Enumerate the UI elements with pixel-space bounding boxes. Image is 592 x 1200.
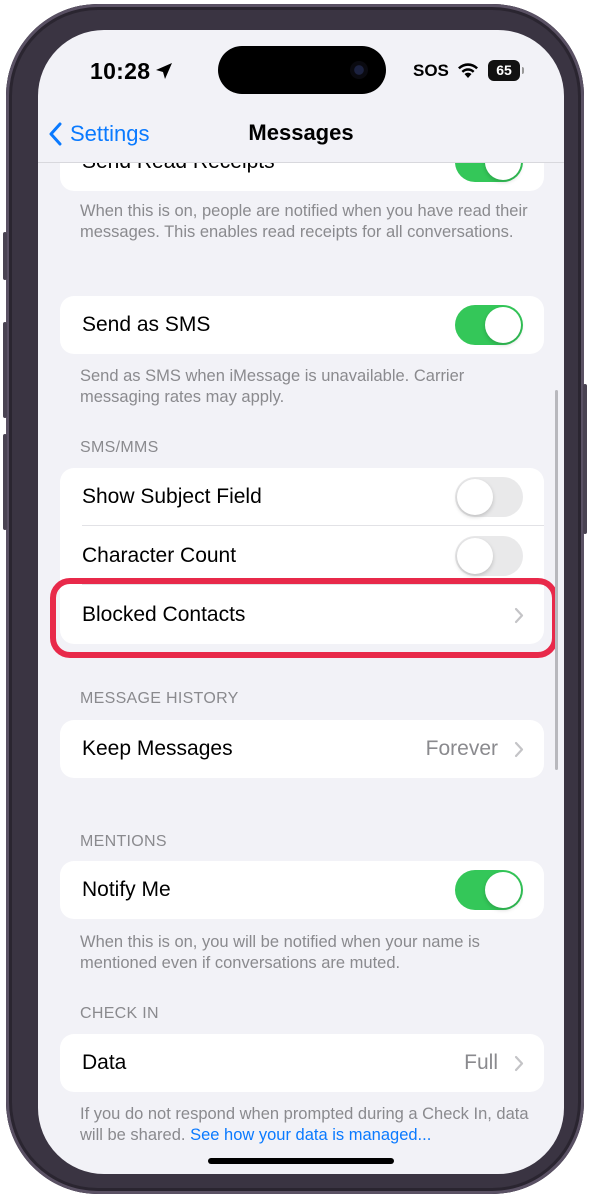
show-subject-field-row[interactable]: Show Subject Field: [60, 468, 544, 526]
home-indicator[interactable]: [208, 1158, 394, 1164]
message-history-header: MESSAGE HISTORY: [80, 690, 239, 707]
notify-me-toggle[interactable]: [455, 870, 523, 910]
read-receipts-footer: When this is on, people are notified whe…: [80, 202, 528, 241]
action-button: [3, 232, 7, 280]
chevron-right-icon: [514, 1055, 524, 1072]
settings-list[interactable]: Send Read Receipts When this is on, peop…: [38, 163, 564, 1174]
notify-me-label: Notify Me: [82, 878, 171, 901]
keep-messages-label: Keep Messages: [82, 737, 233, 760]
mentions-header: MENTIONS: [80, 833, 167, 850]
status-time: 10:28: [90, 58, 151, 84]
battery-icon: 65: [488, 60, 524, 81]
send-as-sms-label: Send as SMS: [82, 313, 211, 336]
mentions-card: Notify Me: [60, 861, 544, 919]
send-as-sms-toggle[interactable]: [455, 305, 523, 345]
wifi-icon: [456, 60, 480, 85]
read-receipts-row[interactable]: Send Read Receipts: [60, 163, 544, 191]
read-receipts-toggle[interactable]: [455, 163, 523, 182]
check-in-card: Data Full: [60, 1034, 544, 1092]
show-subject-field-label: Show Subject Field: [82, 485, 262, 508]
dynamic-island: [218, 46, 386, 94]
data-row[interactable]: Data Full: [60, 1034, 544, 1092]
volume-up-button: [3, 322, 7, 418]
location-arrow-icon: [154, 61, 174, 86]
keep-messages-value: Forever: [425, 737, 498, 760]
send-as-sms-card: Send as SMS: [60, 296, 544, 354]
front-camera: [350, 61, 368, 79]
show-subject-field-toggle[interactable]: [455, 477, 523, 517]
scrollbar[interactable]: [555, 390, 558, 770]
chevron-right-icon: [514, 741, 524, 758]
message-history-card: Keep Messages Forever: [60, 720, 544, 778]
phone-frame: 10:28 SOS 65 Settings Messages When this…: [3, 4, 587, 1194]
sms-mms-header: SMS/MMS: [80, 439, 159, 456]
check-in-header: CHECK IN: [80, 1005, 159, 1022]
check-in-footer: If you do not respond when prompted duri…: [80, 1104, 536, 1146]
keep-messages-highlight: [50, 578, 558, 658]
page-title: Messages: [248, 120, 354, 145]
send-as-sms-footer: Send as SMS when iMessage is unavailable…: [80, 367, 465, 406]
notify-me-row[interactable]: Notify Me: [60, 861, 544, 919]
read-receipts-card: Send Read Receipts: [60, 163, 544, 191]
data-value: Full: [464, 1051, 498, 1074]
screen: 10:28 SOS 65 Settings Messages When this…: [38, 30, 564, 1174]
character-count-label: Character Count: [82, 544, 237, 567]
keep-messages-row[interactable]: Keep Messages Forever: [60, 720, 544, 778]
status-carrier: SOS: [413, 61, 449, 80]
volume-down-button: [3, 434, 7, 530]
character-count-toggle[interactable]: [455, 536, 523, 576]
character-count-row[interactable]: Character Count: [60, 527, 544, 585]
send-as-sms-row[interactable]: Send as SMS: [60, 296, 544, 354]
mentions-footer: When this is on, you will be notified wh…: [80, 933, 480, 972]
power-button: [583, 384, 587, 534]
data-management-link[interactable]: See how your data is managed...: [190, 1126, 431, 1144]
nav-divider: [38, 162, 564, 163]
read-receipts-label: Send Read Receipts: [82, 163, 275, 191]
data-label: Data: [82, 1051, 127, 1074]
